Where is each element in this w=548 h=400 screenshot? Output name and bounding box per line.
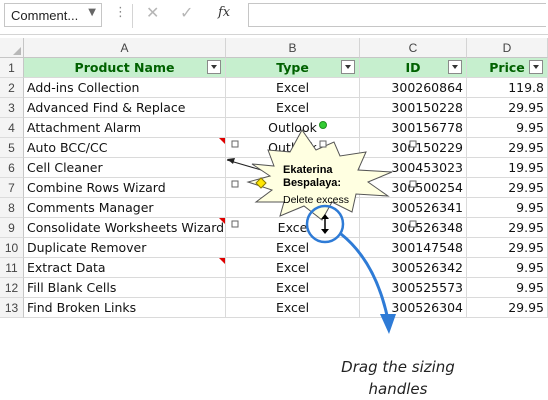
comment-text[interactable]: Delete excess: [283, 194, 349, 206]
sizing-handle[interactable]: [231, 180, 239, 188]
sizing-handle[interactable]: [231, 220, 239, 228]
arrow-head-icon: [380, 314, 396, 334]
caption-line2: handles: [368, 380, 428, 398]
comment-callout: [226, 121, 417, 334]
comment-author-line2: Bespalaya:: [283, 177, 342, 189]
annotation-arrow: [340, 232, 390, 321]
sizing-handle[interactable]: [231, 140, 239, 148]
sizing-handle[interactable]: [319, 140, 327, 148]
rotate-handle-icon[interactable]: [319, 121, 327, 129]
caption-line1: Drag the sizing: [341, 358, 455, 376]
sizing-handle[interactable]: [409, 180, 417, 188]
sizing-handle[interactable]: [409, 140, 417, 148]
instruction-caption: Drag the sizing handles: [318, 356, 478, 400]
arrow-head-icon: [227, 158, 235, 164]
sizing-handle[interactable]: [409, 220, 417, 228]
comment-author-line1: Ekaterina: [283, 164, 333, 176]
comment-author: Ekaterina Bespalaya:: [283, 164, 341, 190]
